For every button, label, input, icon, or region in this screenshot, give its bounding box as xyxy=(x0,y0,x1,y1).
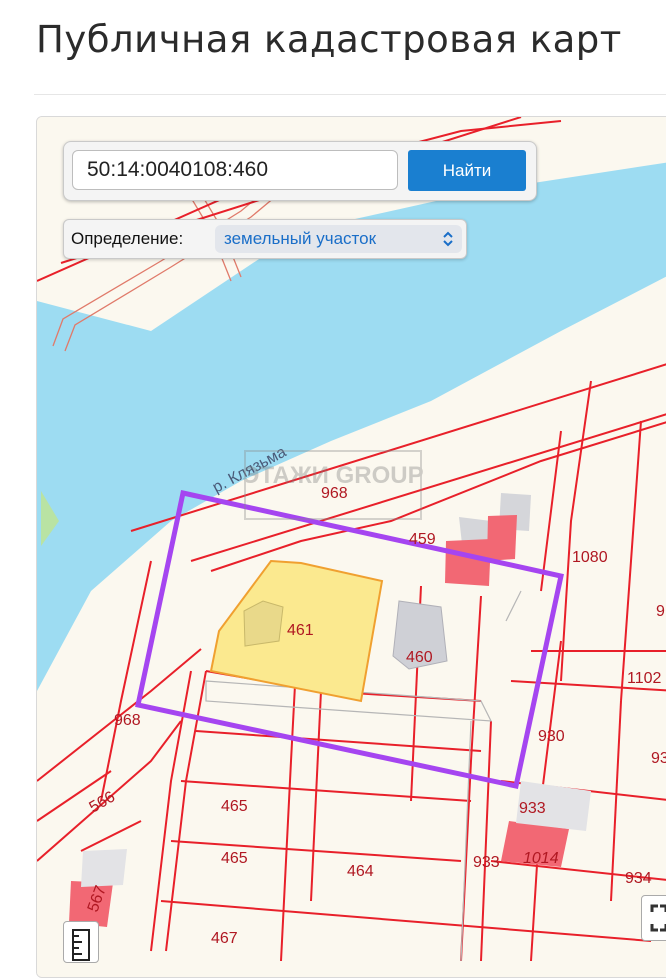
parcel-label: 9 xyxy=(656,603,665,620)
fullscreen-button[interactable] xyxy=(641,895,666,941)
cadastral-number-input[interactable] xyxy=(72,150,398,190)
definition-label: Определение: xyxy=(71,229,184,248)
ruler-icon xyxy=(72,929,90,961)
watermark-logo: ЭТАЖИ GROUP xyxy=(242,449,424,521)
ruler-button[interactable] xyxy=(63,921,99,963)
building-567-grey xyxy=(81,849,127,887)
search-panel: Найти xyxy=(63,141,537,201)
parcel-label: 1102 xyxy=(627,670,662,687)
svg-text:ЭТАЖИ GROUP: ЭТАЖИ GROUP xyxy=(243,462,423,489)
parcel-label: 467 xyxy=(211,930,238,947)
parcel-label: 1014 xyxy=(523,850,559,867)
fullscreen-icon xyxy=(650,904,666,932)
updown-chevron-icon xyxy=(443,231,453,247)
parcel-label: 465 xyxy=(221,850,248,867)
parcel-label: 933 xyxy=(519,800,546,817)
parcel-label: 1080 xyxy=(572,549,608,566)
cadastral-map[interactable]: р. Клязьма 968 459 1080 461 460 1102 968… xyxy=(36,116,666,978)
parcel-label: 934 xyxy=(625,870,652,887)
header-divider xyxy=(34,94,666,95)
parcel-label: 465 xyxy=(221,798,248,815)
definition-selected-value: земельный участок xyxy=(224,229,377,248)
find-button[interactable]: Найти xyxy=(408,150,526,191)
page-title: Публичная кадастровая карт xyxy=(36,18,622,61)
building-461 xyxy=(243,600,284,647)
parcel-label: 460 xyxy=(406,649,433,666)
parcel-label: 464 xyxy=(347,863,374,880)
parcel-label: 461 xyxy=(287,622,314,639)
building-459-red-2 xyxy=(487,515,517,561)
parcel-label: 930 xyxy=(538,728,565,745)
definition-select[interactable]: земельный участок xyxy=(215,225,462,253)
parcel-label: 93 xyxy=(651,750,666,767)
building-459-red xyxy=(445,539,491,586)
parcel-label: 459 xyxy=(409,531,436,548)
parcel-label: 933 xyxy=(473,854,500,871)
definition-panel: Определение: земельный участок xyxy=(63,219,467,259)
parcel-label: 968 xyxy=(114,712,141,729)
